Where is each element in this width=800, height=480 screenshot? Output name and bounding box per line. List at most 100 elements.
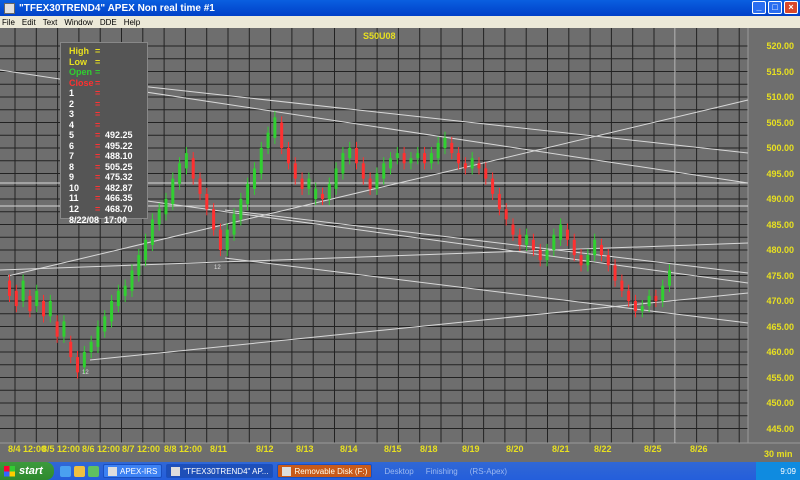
level-number: 6 [69, 140, 75, 151]
date-tick-label: 8/4 12:00 [8, 444, 47, 454]
info-datetime: 8/22/08 17:00 [69, 215, 147, 226]
candle-down [191, 158, 195, 179]
level-number: 10 [69, 182, 80, 193]
level-number: 2 [69, 98, 75, 109]
level-number: 12 [69, 203, 80, 214]
folder-icon[interactable] [74, 465, 85, 477]
candle-up [62, 321, 66, 337]
menu-help[interactable]: Help [124, 18, 140, 27]
candle-down [293, 163, 297, 179]
menu-window[interactable]: Window [64, 18, 92, 27]
candle-down [402, 153, 406, 164]
candle-up [389, 158, 393, 169]
date-tick-label: 8/19 [462, 444, 480, 454]
candle-up [150, 219, 154, 245]
candle-down [504, 209, 508, 220]
task-apex-irs[interactable]: APEX-IRS [103, 464, 163, 478]
drive-icon [282, 466, 292, 476]
menu-bar: File Edit Text Window DDE Help [0, 16, 800, 28]
task-tfex-window[interactable]: "TFEX30TREND4" AP... [166, 464, 274, 478]
candle-down [14, 290, 18, 307]
app-shortcut-icon[interactable] [88, 465, 99, 477]
candle-down [450, 142, 454, 154]
level-number: 1 [69, 88, 75, 98]
candle-up [48, 301, 52, 317]
level-number: 3 [69, 109, 75, 119]
candle-down [76, 357, 80, 373]
menu-dde[interactable]: DDE [100, 18, 117, 27]
level-value: 466.35 [105, 193, 133, 203]
task-removable-disk[interactable]: Removable Disk (F:) [277, 464, 373, 478]
candle-up [137, 255, 141, 276]
level-eq: = [95, 98, 101, 109]
candle-up [375, 173, 379, 189]
candle-up [409, 158, 413, 164]
windows-logo-icon [4, 465, 15, 477]
candle-up [184, 153, 188, 169]
high-eq: = [95, 46, 101, 56]
candle-down [205, 193, 209, 210]
candle-up [647, 295, 651, 307]
date-tick-label: 8/25 [644, 444, 662, 454]
candle-up [416, 153, 420, 159]
price-tick-label: 495.00 [766, 168, 794, 179]
candle-up [586, 255, 590, 266]
level-number: 4 [69, 119, 75, 130]
level-eq: = [95, 172, 101, 182]
task-label: APEX-IRS [120, 466, 158, 476]
candle-up [341, 153, 345, 174]
candle-up [668, 270, 671, 286]
candle-down [55, 321, 59, 337]
start-button[interactable]: start [0, 462, 54, 480]
candle-up [348, 148, 352, 159]
level-value: 488.10 [105, 151, 133, 161]
tray-finishing[interactable]: Finishing [426, 467, 458, 476]
level-row: 5 = 492.25 [69, 130, 147, 141]
candle-up [103, 316, 107, 332]
level-number: 9 [69, 172, 75, 182]
high-label: High [69, 46, 89, 56]
candle-down [484, 168, 488, 179]
candle-up [232, 214, 236, 235]
menu-file[interactable]: File [2, 18, 15, 27]
candle-down [613, 265, 617, 281]
candle-up [314, 188, 318, 199]
clock-time: 9:09 [780, 466, 796, 476]
window-titlebar: "TFEX30TREND4" APEX Non real time #1 _ □… [0, 0, 800, 16]
tray-rs-apex[interactable]: (RS-Apex) [470, 467, 507, 476]
candle-down [8, 280, 11, 296]
menu-text[interactable]: Text [43, 18, 58, 27]
level-value: 475.32 [105, 172, 133, 182]
maximize-button[interactable]: □ [768, 1, 782, 14]
candle-up [96, 326, 100, 347]
level-value: 492.25 [105, 130, 133, 140]
tray-desktop[interactable]: Desktop [384, 467, 413, 476]
level-row: 9 = 475.32 [69, 172, 147, 183]
candle-down [361, 163, 365, 179]
date-tick-label: 8/8 12:00 [164, 444, 203, 454]
candle-up [545, 250, 549, 261]
system-clock: 9:09 [756, 462, 800, 480]
low-label: Low [69, 56, 87, 67]
level-eq: = [95, 130, 101, 140]
level-eq: = [95, 151, 101, 161]
price-chart[interactable]: 12 12 S50U08 520.00 515.00 510.00 505.00 500.… [0, 28, 800, 462]
close-button[interactable]: × [784, 1, 798, 14]
price-tick-label: 475.00 [766, 270, 794, 281]
candle-up [395, 153, 399, 159]
candle-up [252, 168, 256, 189]
close-label: Close [69, 77, 94, 88]
price-tick-label: 485.00 [766, 219, 794, 230]
candle-up [82, 352, 86, 368]
minimize-button[interactable]: _ [752, 1, 766, 14]
candle-up [273, 117, 277, 138]
menu-edit[interactable]: Edit [22, 18, 36, 27]
candle-up [266, 132, 270, 148]
price-tick-label: 480.00 [766, 245, 794, 255]
level-number: 5 [69, 130, 75, 140]
level-eq: = [95, 193, 101, 203]
browser-icon[interactable] [60, 465, 71, 477]
date-tick-label: 8/11 [210, 444, 228, 454]
level-value: 495.22 [105, 140, 133, 151]
candle-down [620, 280, 624, 291]
